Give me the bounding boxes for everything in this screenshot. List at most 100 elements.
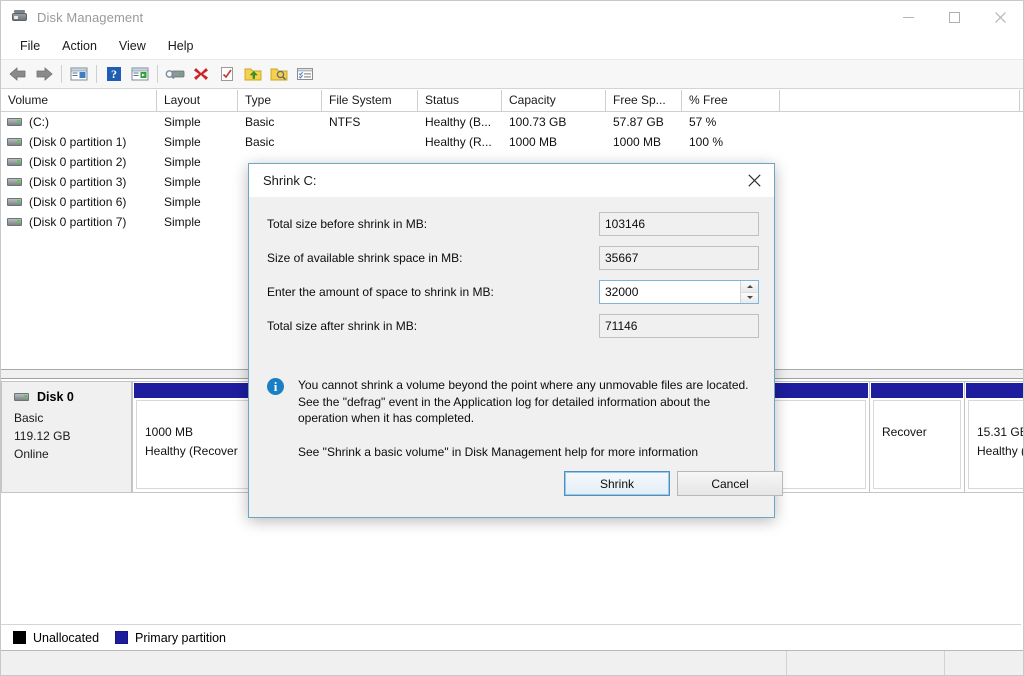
volume-row[interactable]: (C:) Simple Basic NTFS Healthy (B... 100.73 G… xyxy=(1,112,1023,132)
cell-volume: (Disk 0 partition 3) xyxy=(1,175,157,189)
row-total-size-before-shrink: Total size before shrink in MB: 103146 xyxy=(267,211,759,237)
partition-status: Healthy (Recovery Partition xyxy=(977,444,1023,458)
volume-row[interactable]: (Disk 0 partition 1) Simple Basic Healthy (… xyxy=(1,132,1023,152)
shrink-button[interactable]: Shrink xyxy=(564,471,670,496)
question-mark-icon[interactable]: ? xyxy=(101,62,127,86)
statusbar-segment-3 xyxy=(945,651,1023,675)
legend-unallocated: Unallocated xyxy=(13,631,99,645)
menu-file[interactable]: File xyxy=(9,36,51,56)
disk-properties-icon[interactable] xyxy=(162,62,188,86)
row-total-size-after-shrink: Total size after shrink in MB: 71146 xyxy=(267,313,759,339)
checklist-icon[interactable] xyxy=(214,62,240,86)
volume-list-header: Volume Layout Type File System Status Capacit… xyxy=(1,89,1023,112)
amount-to-shrink-value: 32000 xyxy=(605,285,639,299)
partition-details: Recover xyxy=(873,400,961,489)
column-header-layout[interactable]: Layout xyxy=(157,90,238,111)
total-size-before-shrink-field: 103146 xyxy=(599,212,759,236)
window-title: Disk Management xyxy=(37,9,144,25)
column-header-capacity[interactable]: Capacity xyxy=(502,90,606,111)
stepper-up-button[interactable] xyxy=(741,281,758,293)
cell-percent-free: 57 % xyxy=(689,115,717,129)
dialog-help-text: See "Shrink a basic volume" in Disk Mana… xyxy=(298,445,699,459)
menu-action[interactable]: Action xyxy=(51,36,108,56)
action-pane-icon[interactable] xyxy=(127,62,153,86)
total-size-after-shrink-label: Total size after shrink in MB: xyxy=(267,319,418,333)
column-header-blank[interactable] xyxy=(780,90,1020,111)
legend-unallocated-swatch xyxy=(13,631,26,644)
red-x-icon[interactable] xyxy=(188,62,214,86)
dialog-close-icon[interactable] xyxy=(738,166,770,194)
cell-free-space: 57.87 GB xyxy=(613,115,664,129)
amount-to-shrink-stepper[interactable] xyxy=(740,281,758,303)
partition-status: Recover xyxy=(882,425,927,439)
disk-type: Basic xyxy=(14,411,44,425)
partition-block[interactable]: 15.31 GB Healthy (Recovery Partition xyxy=(965,381,1023,493)
column-header-status[interactable]: Status xyxy=(418,90,502,111)
legend-primary-partition: Primary partition xyxy=(115,631,226,645)
column-header-file-system[interactable]: File System xyxy=(322,90,418,111)
cell-layout: Simple xyxy=(164,175,201,189)
menu-view[interactable]: View xyxy=(108,36,157,56)
available-shrink-space-field: 35667 xyxy=(599,246,759,270)
cell-volume: (C:) xyxy=(1,115,157,129)
window-titlebar: Disk Management xyxy=(1,1,1023,33)
volume-label: (C:) xyxy=(29,115,49,129)
disk-icon xyxy=(14,393,29,401)
cell-layout: Simple xyxy=(164,215,201,229)
dialog-footer: Shrink Cancel xyxy=(249,463,783,517)
cancel-button[interactable]: Cancel xyxy=(677,471,783,496)
menu-help[interactable]: Help xyxy=(157,36,205,56)
cell-volume: (Disk 0 partition 2) xyxy=(1,155,157,169)
disk-info-block[interactable]: Disk 0 Basic 119.12 GB Online xyxy=(1,381,132,493)
available-shrink-space-label: Size of available shrink space in MB: xyxy=(267,251,463,265)
total-size-before-shrink-label: Total size before shrink in MB: xyxy=(267,217,428,231)
svg-text:?: ? xyxy=(111,67,117,81)
cell-volume: (Disk 0 partition 7) xyxy=(1,215,157,229)
cell-status: Healthy (B... xyxy=(425,115,492,129)
amount-to-shrink-input[interactable]: 32000 xyxy=(599,280,759,304)
column-header-free[interactable]: % Free xyxy=(682,90,780,111)
console-tree-icon[interactable] xyxy=(66,62,92,86)
minimize-button[interactable] xyxy=(885,1,931,33)
toolbar-separator xyxy=(96,65,97,83)
close-button[interactable] xyxy=(977,1,1023,33)
toolbar-separator xyxy=(157,65,158,83)
volume-label: (Disk 0 partition 3) xyxy=(29,175,127,189)
window-controls xyxy=(885,1,1023,33)
cell-type: Basic xyxy=(245,135,275,149)
cell-layout: Simple xyxy=(164,155,201,169)
toolbar-separator xyxy=(61,65,62,83)
stepper-down-button[interactable] xyxy=(741,292,758,303)
legend-primary-partition-swatch xyxy=(115,631,129,644)
cell-layout: Simple xyxy=(164,195,201,209)
folder-search-icon[interactable] xyxy=(266,62,292,86)
cell-volume: (Disk 0 partition 6) xyxy=(1,195,157,209)
back-button[interactable] xyxy=(5,62,31,86)
volume-drive-icon xyxy=(7,218,22,226)
forward-button[interactable] xyxy=(31,62,57,86)
statusbar-segment-2 xyxy=(787,651,945,675)
cell-capacity: 1000 MB xyxy=(509,135,558,149)
folder-up-icon[interactable] xyxy=(240,62,266,86)
maximize-button[interactable] xyxy=(931,1,977,33)
partition-details: 15.31 GB Healthy (Recovery Partition xyxy=(968,400,1023,489)
amount-to-shrink-label: Enter the amount of space to shrink in M… xyxy=(267,285,494,299)
column-header-free-sp[interactable]: Free Sp... xyxy=(606,90,682,111)
volume-drive-icon xyxy=(7,138,22,146)
column-header-volume[interactable]: Volume xyxy=(1,90,157,111)
volume-drive-icon xyxy=(7,118,22,126)
cell-layout: Simple xyxy=(164,115,201,129)
legend: Unallocated Primary partition xyxy=(1,624,1021,650)
disk-management-window: Disk Management File Action View Help ? … xyxy=(0,0,1024,676)
disk-title: Disk 0 xyxy=(14,390,131,404)
task-list-icon[interactable] xyxy=(292,62,318,86)
statusbar-segment-main xyxy=(1,651,787,675)
info-message-block: i You cannot shrink a volume beyond the … xyxy=(267,377,759,427)
column-header-type[interactable]: Type xyxy=(238,90,322,111)
cell-volume: (Disk 0 partition 1) xyxy=(1,135,157,149)
disk-name: Disk 0 xyxy=(37,390,74,404)
partition-block[interactable]: Recover xyxy=(870,381,965,493)
total-size-after-shrink-field: 71146 xyxy=(599,314,759,338)
disk-status: Online xyxy=(14,447,49,461)
legend-unallocated-label: Unallocated xyxy=(33,630,100,645)
